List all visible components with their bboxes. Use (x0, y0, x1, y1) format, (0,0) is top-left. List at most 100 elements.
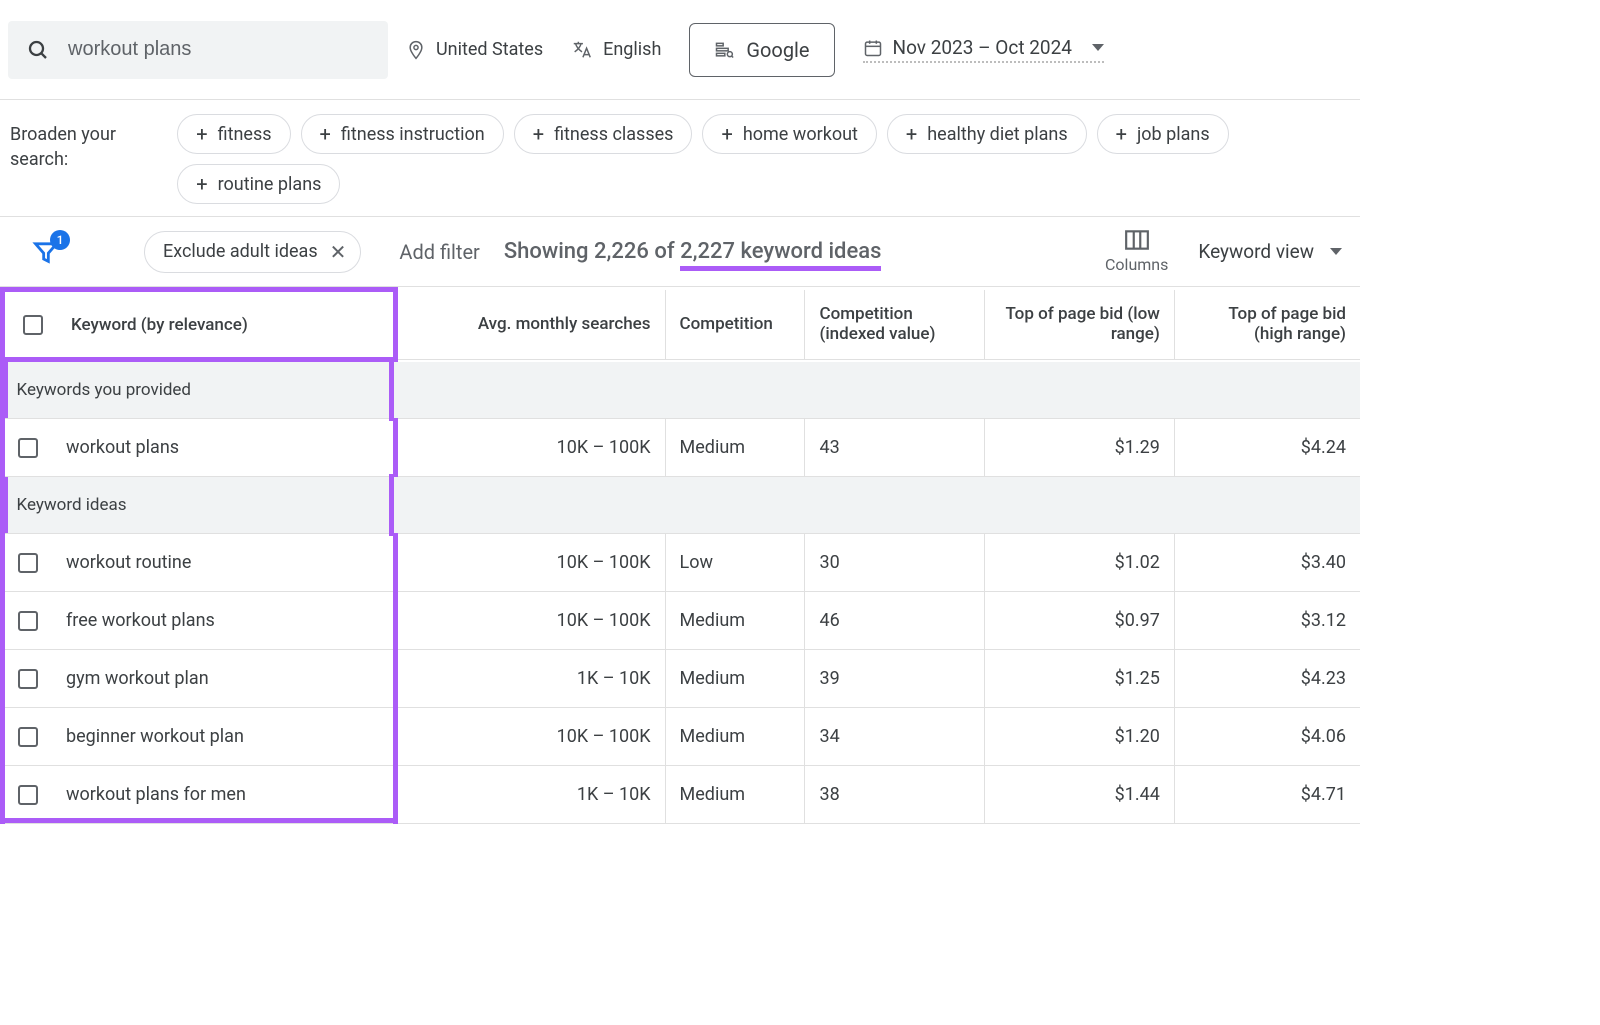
chip-label: fitness instruction (341, 124, 485, 145)
date-range-selector[interactable]: Nov 2023 – Oct 2024 (863, 36, 1104, 63)
location-label: United States (436, 39, 543, 60)
location-pin-icon (406, 38, 426, 62)
broaden-chip[interactable]: +fitness (177, 114, 290, 154)
header-low-bid[interactable]: Top of page bid (low range) (985, 290, 1175, 360)
filter-count-badge: 1 (50, 230, 70, 250)
language-selector[interactable]: English (571, 39, 661, 61)
header-keyword-label: Keyword (by relevance) (71, 315, 248, 335)
header-high-bid[interactable]: Top of page bid (high range) (1174, 290, 1360, 360)
search-box[interactable] (8, 21, 388, 79)
table-row[interactable]: workout routine10K – 100KLow30$1.02$3.40 (3, 534, 1361, 592)
competition-cell: Low (665, 534, 805, 592)
location-selector[interactable]: United States (406, 38, 543, 62)
high-bid-cell: $4.06 (1174, 708, 1360, 766)
header-comp-index[interactable]: Competition (indexed value) (805, 290, 985, 360)
calendar-icon (863, 38, 883, 58)
keyword-table: Keyword (by relevance) Avg. monthly sear… (0, 287, 1360, 824)
header-keyword[interactable]: Keyword (by relevance) (3, 290, 396, 360)
searches-cell: 1K – 10K (396, 766, 665, 824)
table-row[interactable]: workout plans10K – 100KMedium43$1.29$4.2… (3, 419, 1361, 477)
high-bid-cell: $4.71 (1174, 766, 1360, 824)
keyword-view-selector[interactable]: Keyword view (1198, 240, 1342, 263)
results-summary: Showing 2,226 of 2,227 keyword ideas (504, 239, 882, 264)
low-bid-cell: $1.02 (985, 534, 1175, 592)
comp-index-cell: 34 (805, 708, 985, 766)
low-bid-cell: $1.20 (985, 708, 1175, 766)
comp-index-cell: 43 (805, 419, 985, 477)
row-checkbox[interactable] (18, 438, 38, 458)
row-checkbox[interactable] (18, 553, 38, 573)
table-row[interactable]: beginner workout plan10K – 100KMedium34$… (3, 708, 1361, 766)
network-label: Google (746, 38, 809, 62)
plus-icon: + (196, 122, 207, 146)
select-all-checkbox[interactable] (23, 315, 43, 335)
header-searches[interactable]: Avg. monthly searches (396, 290, 665, 360)
close-icon[interactable]: ✕ (330, 240, 347, 264)
keyword-cell: workout plans for men (66, 784, 246, 805)
showing-highlight: 2,227 keyword ideas (680, 239, 881, 271)
low-bid-cell: $1.25 (985, 650, 1175, 708)
high-bid-cell: $3.40 (1174, 534, 1360, 592)
high-bid-cell: $4.23 (1174, 650, 1360, 708)
broaden-chip[interactable]: + fitness instruction (301, 114, 504, 154)
keyword-view-label: Keyword view (1198, 240, 1314, 263)
exclude-adult-filter-chip[interactable]: Exclude adult ideas ✕ (144, 231, 361, 273)
comp-index-cell: 38 (805, 766, 985, 824)
section-label: Keyword ideas (3, 477, 1361, 534)
plus-icon: + (320, 122, 331, 146)
row-checkbox[interactable] (18, 611, 38, 631)
table-row[interactable]: gym workout plan1K – 10KMedium39$1.25$4.… (3, 650, 1361, 708)
plus-icon: + (196, 172, 207, 196)
chip-label: fitness classes (554, 124, 673, 145)
searches-cell: 10K – 100K (396, 592, 665, 650)
chevron-down-icon (1092, 44, 1104, 51)
search-icon (26, 38, 50, 62)
table-row[interactable]: workout plans for men1K – 10KMedium38$1.… (3, 766, 1361, 824)
header-competition[interactable]: Competition (665, 290, 805, 360)
broaden-chip[interactable]: +fitness classes (514, 114, 693, 154)
low-bid-cell: $1.29 (985, 419, 1175, 477)
searches-cell: 10K – 100K (396, 708, 665, 766)
columns-icon (1124, 229, 1150, 251)
searches-cell: 10K – 100K (396, 534, 665, 592)
low-bid-cell: $0.97 (985, 592, 1175, 650)
search-input[interactable] (68, 38, 370, 61)
network-selector[interactable]: Google (689, 23, 834, 77)
table-row[interactable]: free workout plans 10K – 100KMedium46$0.9… (3, 592, 1361, 650)
broaden-chip[interactable]: + healthy diet plans (887, 114, 1087, 154)
keyword-cell: workout routine (66, 552, 191, 573)
plus-icon: + (1116, 122, 1127, 146)
row-checkbox[interactable] (18, 785, 38, 805)
row-checkbox[interactable] (18, 727, 38, 747)
competition-cell: Medium (665, 650, 805, 708)
broaden-chip[interactable]: +home workout (702, 114, 876, 154)
date-range-label: Nov 2023 – Oct 2024 (893, 36, 1072, 59)
high-bid-cell: $3.12 (1174, 592, 1360, 650)
comp-index-cell: 46 (805, 592, 985, 650)
add-filter-button[interactable]: Add filter (399, 240, 479, 264)
chip-label: home workout (743, 124, 858, 145)
keyword-cell: beginner workout plan (66, 726, 244, 747)
chip-label: job plans (1137, 124, 1210, 145)
comp-index-cell: 39 (805, 650, 985, 708)
network-icon (714, 40, 734, 60)
showing-prefix: Showing 2,226 of (504, 239, 680, 264)
columns-button[interactable]: Columns (1105, 229, 1168, 274)
high-bid-cell: $4.24 (1174, 419, 1360, 477)
competition-cell: Medium (665, 592, 805, 650)
chip-label: healthy diet plans (927, 124, 1067, 145)
filter-chip-label: Exclude adult ideas (163, 241, 318, 262)
low-bid-cell: $1.44 (985, 766, 1175, 824)
section-label: Keywords you provided (3, 360, 1361, 419)
chevron-down-icon (1330, 248, 1342, 255)
row-checkbox[interactable] (18, 669, 38, 689)
broaden-chip[interactable]: +routine plans (177, 164, 340, 204)
columns-label: Columns (1105, 255, 1168, 274)
broaden-chip[interactable]: + job plans (1097, 114, 1229, 154)
translate-icon (571, 39, 593, 61)
keyword-cell: free workout plans (66, 610, 215, 631)
plus-icon: + (906, 122, 917, 146)
broaden-search-row: Broaden your search: +fitness+fitness in… (0, 100, 1360, 217)
filter-funnel-button[interactable]: 1 (32, 238, 60, 266)
filter-bar: 1 Exclude adult ideas ✕ Add filter Showi… (0, 217, 1360, 287)
